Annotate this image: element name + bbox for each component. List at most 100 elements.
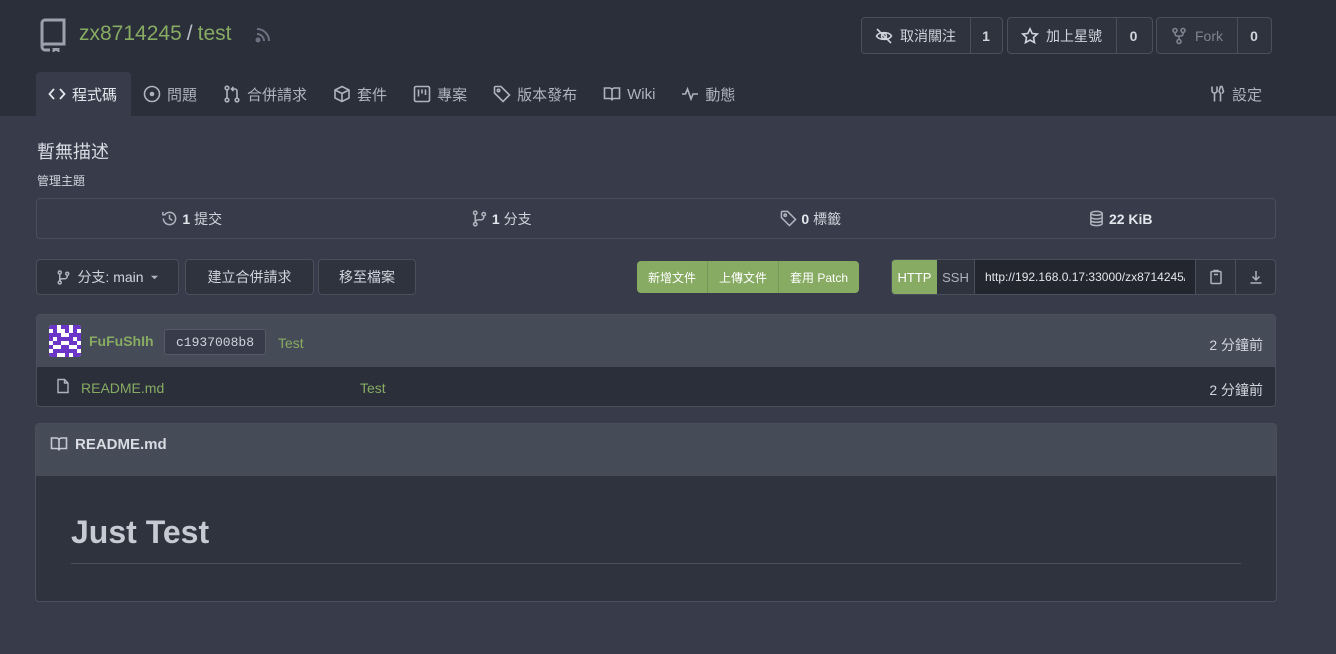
readme-title[interactable]: README.md	[75, 436, 167, 453]
readme-panel: README.md Just Test	[35, 423, 1277, 602]
repo-icon	[38, 18, 68, 52]
database-icon	[1088, 210, 1105, 227]
tab-issues[interactable]: 問題	[131, 72, 211, 116]
tab-packages[interactable]: 套件	[321, 72, 401, 116]
star-button-group: 加上星號 0	[1007, 17, 1153, 54]
rss-icon[interactable]	[254, 26, 272, 44]
tab-activity[interactable]: 動態	[669, 72, 749, 116]
tab-wiki-label: Wiki	[627, 85, 656, 103]
repo-owner-link[interactable]: zx8714245	[79, 22, 182, 46]
tools-icon	[1208, 85, 1226, 103]
package-icon	[333, 85, 351, 103]
file-name-link[interactable]: README.md	[81, 380, 164, 396]
tab-code[interactable]: 程式碼	[36, 72, 132, 116]
size-stat: 22 KiB	[966, 199, 1276, 238]
new-pull-request-button[interactable]: 建立合併請求	[185, 259, 314, 295]
latest-commit-row: FuFuShIh c1937008b8 Test 2 分鐘前	[37, 315, 1275, 367]
repo-description: 暫無描述	[37, 142, 109, 162]
tab-releases[interactable]: 版本發布	[481, 72, 591, 116]
commit-message-link[interactable]: Test	[278, 335, 304, 351]
commit-sha-button[interactable]: c1937008b8	[164, 329, 267, 355]
unwatch-label: 取消關注	[900, 27, 956, 44]
readme-heading: Just Test	[71, 514, 1241, 564]
readme-content: Just Test	[36, 476, 1276, 564]
tab-settings[interactable]: 設定	[1208, 72, 1262, 116]
branch-selector-label: 分支: main	[77, 269, 144, 285]
tab-releases-label: 版本發布	[517, 86, 578, 104]
star-button[interactable]: 加上星號	[1008, 18, 1117, 53]
branch-selector[interactable]: 分支: main	[36, 259, 179, 295]
file-icon	[55, 378, 71, 394]
repo-title-separator: /	[186, 22, 193, 45]
caret-down-icon	[150, 273, 159, 282]
watchers-count[interactable]: 1	[971, 18, 1001, 53]
tab-projects-label: 專案	[437, 86, 468, 104]
upload-file-button[interactable]: 上傳文件	[708, 261, 780, 293]
branch-icon	[471, 210, 488, 227]
commits-stat[interactable]: 1 提交	[37, 199, 347, 238]
tag-icon	[493, 85, 511, 103]
branches-stat[interactable]: 1 分支	[347, 199, 657, 238]
forks-count[interactable]: 0	[1238, 18, 1270, 53]
apply-patch-button[interactable]: 套用 Patch	[779, 261, 859, 293]
download-button[interactable]	[1235, 260, 1275, 294]
file-commit-message-link[interactable]: Test	[360, 380, 386, 396]
tag-icon	[780, 210, 797, 227]
tab-projects[interactable]: 專案	[401, 72, 481, 116]
tags-label: 標籤	[813, 210, 842, 227]
commit-time: 2 分鐘前	[1209, 337, 1263, 353]
avatar[interactable]	[49, 325, 81, 357]
clone-ssh-button[interactable]: SSH	[937, 260, 975, 294]
code-icon	[48, 85, 66, 103]
repo-header: zx8714245 / test 取消關注 1 加上星號 0 Fork 0 程式…	[0, 0, 1336, 116]
tab-pull-requests-label: 合併請求	[247, 86, 308, 104]
project-icon	[413, 85, 431, 103]
book-icon	[603, 85, 621, 103]
clone-url-input[interactable]	[975, 260, 1195, 294]
file-actions-group: 新增文件 上傳文件 套用 Patch	[637, 261, 860, 293]
stars-count[interactable]: 0	[1117, 18, 1150, 53]
repo-nav-tabs: 程式碼 問題 合併請求 套件 專案 版本發布 Wiki 動態	[36, 72, 749, 116]
repo-size: 22 KiB	[1108, 210, 1153, 227]
unwatch-button[interactable]: 取消關注	[862, 18, 971, 53]
manage-topics-link[interactable]: 管理主題	[37, 172, 85, 189]
repo-title: zx8714245 / test	[79, 22, 231, 46]
tab-code-label: 程式碼	[72, 86, 118, 104]
fork-label: Fork	[1195, 27, 1223, 44]
clipboard-icon	[1208, 269, 1224, 285]
tab-packages-label: 套件	[357, 86, 388, 104]
file-commit-time: 2 分鐘前	[1209, 382, 1263, 398]
branch-icon	[56, 269, 71, 285]
repo-name-link[interactable]: test	[198, 22, 232, 46]
file-list-table: FuFuShIh c1937008b8 Test 2 分鐘前 README.md…	[36, 314, 1276, 407]
fork-button-group: Fork 0	[1156, 17, 1272, 54]
watch-button-group: 取消關注 1	[861, 17, 1003, 54]
readme-header: README.md	[36, 424, 1276, 476]
new-file-button[interactable]: 新增文件	[637, 261, 709, 293]
commits-count: 1	[182, 210, 191, 227]
tags-count: 0	[801, 210, 810, 227]
tab-settings-label: 設定	[1232, 86, 1263, 104]
star-icon	[1021, 26, 1039, 45]
clone-url-group: HTTP SSH	[891, 259, 1276, 295]
commit-author-link[interactable]: FuFuShIh	[89, 333, 154, 349]
commits-label: 提交	[194, 210, 223, 227]
branches-count: 1	[491, 210, 500, 227]
pulse-icon	[681, 85, 699, 103]
download-icon	[1248, 269, 1264, 285]
tab-wiki[interactable]: Wiki	[591, 72, 669, 116]
tab-pull-requests[interactable]: 合併請求	[211, 72, 321, 116]
fork-icon	[1170, 27, 1188, 45]
copy-url-button[interactable]	[1195, 260, 1235, 294]
tab-activity-label: 動態	[705, 86, 736, 104]
eye-slash-icon	[875, 27, 893, 45]
table-row: README.md Test 2 分鐘前	[37, 367, 1275, 406]
branches-label: 分支	[503, 210, 532, 227]
clone-http-button[interactable]: HTTP	[892, 260, 937, 294]
issue-icon	[143, 85, 161, 103]
pull-request-icon	[223, 85, 241, 103]
star-label: 加上星號	[1046, 27, 1102, 44]
find-file-button[interactable]: 移至檔案	[318, 259, 416, 295]
tags-stat[interactable]: 0 標籤	[656, 199, 966, 238]
fork-button[interactable]: Fork	[1157, 18, 1238, 53]
